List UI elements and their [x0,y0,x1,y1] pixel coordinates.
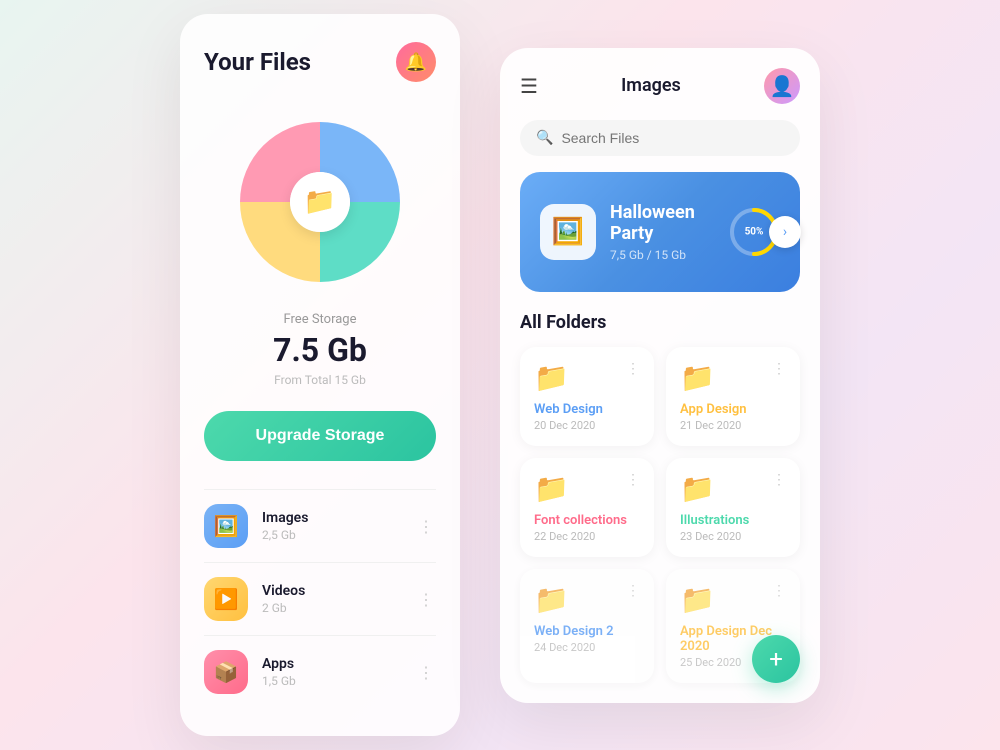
hamburger-icon[interactable]: ☰ [520,74,538,98]
folder-name-fontcollections: Font collections [534,513,640,528]
left-header: Your Files 🔔 [204,42,436,82]
images-size: 2,5 Gb [262,528,418,542]
pie-center-icon: 📁 [290,172,350,232]
folder-icon: 📁 [304,187,336,217]
folder-blue-icon: 📁 [534,361,569,394]
folder-item-illustrations[interactable]: 📁 ⋮ Illustrations 23 Dec 2020 [666,458,800,557]
file-list: 🖼️ Images 2,5 Gb ⋮ ▶️ Videos 2 Gb ⋮ 📦 Ap… [204,489,436,708]
folder-item-appdesign[interactable]: 📁 ⋮ App Design 21 Dec 2020 [666,347,800,446]
search-icon: 🔍 [536,130,553,146]
file-item-apps[interactable]: 📦 Apps 1,5 Gb ⋮ [204,635,436,708]
upgrade-storage-button[interactable]: Upgrade Storage [204,411,436,461]
folder-item-partial-1[interactable]: 📁 ⋮ Web Design 2 24 Dec 2020 [520,569,654,683]
right-header: ☰ Images 👤 [520,68,800,104]
folder-menu-icon[interactable]: ⋮ [626,361,640,377]
storage-value: 7.5 Gb [273,331,367,369]
folder-item-webdesign[interactable]: 📁 ⋮ Web Design 20 Dec 2020 [520,347,654,446]
left-title: Your Files [204,48,311,76]
folders-grid: 📁 ⋮ Web Design 20 Dec 2020 📁 ⋮ App Desig… [520,347,800,683]
folder-menu-icon-3[interactable]: ⋮ [626,472,640,488]
all-folders-title: All Folders [520,312,800,333]
folder-name-appdesign: App Design [680,402,786,417]
images-name: Images [262,510,418,526]
folder-teal-icon: 📁 [680,472,715,505]
folder-name-illustrations: Illustrations [680,513,786,528]
folder-date-partial-1: 24 Dec 2020 [534,641,640,654]
apps-menu-icon[interactable]: ⋮ [418,663,436,682]
featured-sub: 7,5 Gb / 15 Gb [610,248,714,262]
apps-size: 1,5 Gb [262,674,418,688]
progress-label: 50% [745,226,764,237]
videos-name: Videos [262,583,418,599]
featured-card[interactable]: 🖼️ Halloween Party 7,5 Gb / 15 Gb 50% › [520,172,800,292]
avatar-image: 👤 [770,74,795,98]
left-panel: Your Files 🔔 📁 Free Storage 7.5 Gb From … [180,14,460,736]
file-item-images[interactable]: 🖼️ Images 2,5 Gb ⋮ [204,489,436,562]
folder-menu-icon-4[interactable]: ⋮ [772,472,786,488]
folder-blue-icon-2: 📁 [534,583,569,616]
folder-date-appdesign: 21 Dec 2020 [680,419,786,432]
folder-menu-icon-5[interactable]: ⋮ [626,583,640,599]
folder-yellow-icon: 📁 [680,361,715,394]
folder-pink-icon: 📁 [534,472,569,505]
images-icon: 🖼️ [204,504,248,548]
storage-label: Free Storage [284,312,357,327]
folder-date-webdesign: 20 Dec 2020 [534,419,640,432]
pie-chart-container: 📁 [230,112,410,292]
notification-button[interactable]: 🔔 [396,42,436,82]
right-panel: ☰ Images 👤 🔍 🖼️ Halloween Party 7,5 Gb /… [500,48,820,703]
videos-icon: ▶️ [204,577,248,621]
images-menu-icon[interactable]: ⋮ [418,517,436,536]
apps-icon: 📦 [204,650,248,694]
search-bar[interactable]: 🔍 [520,120,800,156]
storage-total: From Total 15 Gb [274,373,366,387]
folder-date-illustrations: 23 Dec 2020 [680,530,786,543]
bell-icon: 🔔 [405,52,427,73]
folder-item-fontcollections[interactable]: 📁 ⋮ Font collections 22 Dec 2020 [520,458,654,557]
folder-yellow-icon-2: 📁 [680,583,715,616]
featured-thumbnail: 🖼️ [540,204,596,260]
user-avatar[interactable]: 👤 [764,68,800,104]
apps-name: Apps [262,656,418,672]
right-title: Images [621,75,681,96]
featured-name: Halloween Party [610,202,714,244]
folder-menu-icon-2[interactable]: ⋮ [772,361,786,377]
folder-date-fontcollections: 22 Dec 2020 [534,530,640,543]
fab-button[interactable]: + [752,635,800,683]
videos-size: 2 Gb [262,601,418,615]
file-item-videos[interactable]: ▶️ Videos 2 Gb ⋮ [204,562,436,635]
folder-name-partial-1: Web Design 2 [534,624,640,639]
videos-menu-icon[interactable]: ⋮ [418,590,436,609]
folder-menu-icon-6[interactable]: ⋮ [772,583,786,599]
folder-name-webdesign: Web Design [534,402,640,417]
featured-next-button[interactable]: › [769,216,801,248]
search-input[interactable] [561,130,784,146]
